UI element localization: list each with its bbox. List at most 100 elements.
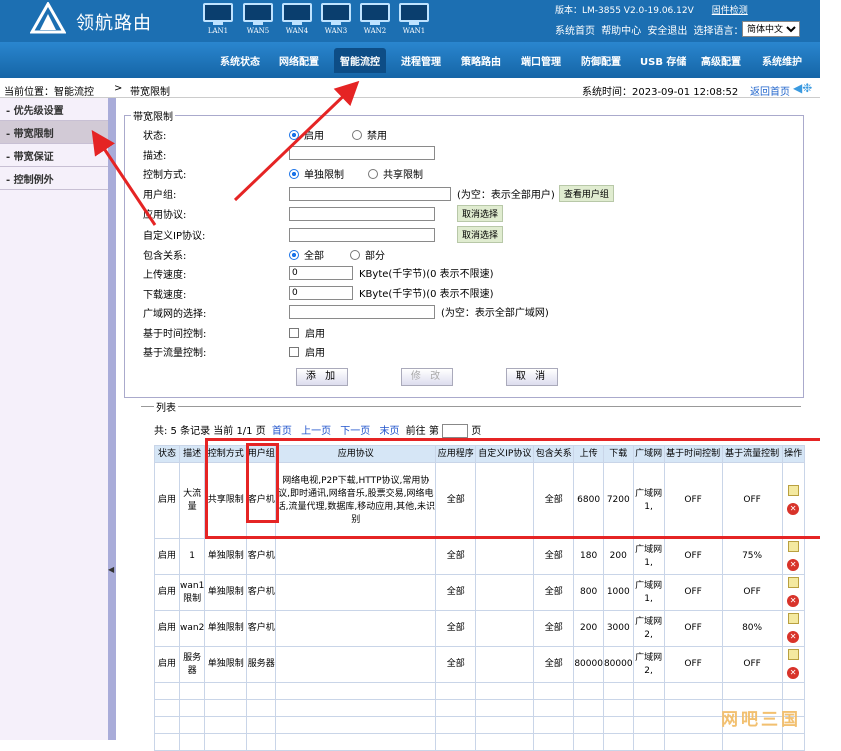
- nav-advanced[interactable]: 高级配置: [701, 53, 741, 68]
- table-cell: 全部: [533, 538, 575, 575]
- wan-select-input[interactable]: [289, 304, 435, 319]
- empty-cell: [246, 733, 277, 751]
- nav-process[interactable]: 进程管理: [401, 53, 441, 68]
- usergroup-input[interactable]: [289, 186, 451, 201]
- include-all-radio[interactable]: [289, 249, 299, 260]
- version-label: 版本：LM-3855 V2.0-19.06.12V: [555, 6, 694, 16]
- last-page-link[interactable]: 末页: [379, 426, 399, 437]
- edit-button[interactable]: 修 改: [401, 368, 453, 386]
- nav-network-config[interactable]: 网络配置: [279, 53, 319, 68]
- delete-icon[interactable]: ✕: [787, 667, 800, 679]
- upload-input[interactable]: 0: [289, 265, 353, 280]
- nav-usb[interactable]: USB 存储: [640, 53, 686, 68]
- watermark: 网吧三国: [721, 710, 801, 730]
- empty-cell: [573, 682, 604, 700]
- table-cell: 广域网2,: [632, 610, 665, 647]
- nav-system-status[interactable]: 系统状态: [220, 53, 260, 68]
- table-cell: 启用: [154, 646, 180, 683]
- system-time: 系统时间：2023-09-01 12:08:52: [582, 87, 739, 98]
- edit-icon[interactable]: [787, 577, 799, 588]
- custom-ip-input[interactable]: [289, 227, 435, 242]
- include-part-radio[interactable]: [350, 249, 360, 260]
- nav-port[interactable]: 端口管理: [521, 53, 561, 68]
- help-link[interactable]: 帮助中心: [601, 26, 641, 37]
- prev-page-link[interactable]: 上一页: [301, 426, 331, 437]
- empty-cell: [632, 682, 665, 700]
- empty-cell: [533, 699, 575, 717]
- edit-icon[interactable]: [787, 649, 799, 660]
- empty-cell: [275, 682, 437, 700]
- edit-icon[interactable]: [787, 541, 799, 552]
- table-cell: [275, 610, 437, 647]
- empty-cell: [602, 682, 634, 700]
- page-input[interactable]: [442, 424, 469, 438]
- table-cell: OFF: [721, 574, 783, 611]
- breadcrumb-separator: >: [114, 83, 123, 94]
- empty-cell: [781, 682, 805, 700]
- empty-cell: [178, 733, 206, 751]
- column-header: 描述: [178, 445, 206, 463]
- table-cell: [475, 646, 535, 683]
- port-lan1: LAN1: [202, 3, 234, 35]
- download-input[interactable]: 0: [289, 285, 353, 300]
- main-nav: 系统状态 网络配置 智能流控 进程管理 策略路由 端口管理 防御配置 USB 存…: [0, 42, 820, 78]
- edit-icon[interactable]: [787, 613, 799, 624]
- table-cell: [275, 538, 437, 575]
- cancel-app-select-button[interactable]: 取消选择: [457, 205, 504, 222]
- action-cell: ✕: [781, 574, 805, 611]
- view-usergroup-button[interactable]: 查看用户组: [558, 185, 614, 202]
- mode-single-radio[interactable]: [289, 168, 299, 179]
- monitor-icon: [282, 3, 312, 22]
- firmware-check-link[interactable]: 固件检测: [712, 6, 748, 16]
- table-cell: 全部: [435, 646, 477, 683]
- empty-cell: [475, 682, 535, 700]
- language-select[interactable]: 简体中文: [742, 21, 800, 37]
- empty-cell: [275, 716, 437, 734]
- delete-icon[interactable]: ✕: [787, 631, 800, 643]
- logo-icon: [30, 2, 66, 34]
- back-home-link[interactable]: 返回首页: [750, 83, 790, 98]
- desc-label: 描述:: [143, 151, 167, 162]
- sidebar-divider[interactable]: [108, 98, 116, 740]
- logout-link[interactable]: 安全退出: [647, 26, 687, 37]
- port-label: WAN4: [285, 27, 309, 35]
- flow-control-checkbox[interactable]: [289, 346, 299, 357]
- table-cell: 客户机: [246, 610, 277, 647]
- nav-defense[interactable]: 防御配置: [581, 53, 621, 68]
- first-page-link[interactable]: 首页: [272, 426, 292, 437]
- action-cell: ✕: [781, 646, 805, 683]
- table-cell: 800: [573, 574, 604, 611]
- desc-input[interactable]: [289, 146, 435, 160]
- sidebar-item-bandwidth-limit[interactable]: - 带宽限制: [0, 121, 109, 144]
- download-unit: KByte(千字节)(0 表示不限速): [359, 289, 494, 300]
- table-cell: 大流量: [178, 462, 206, 539]
- home-arrow-icon[interactable]: ◀❉: [793, 81, 812, 95]
- mode-shared-radio[interactable]: [368, 168, 378, 179]
- sidebar-item-priority[interactable]: - 优先级设置: [0, 98, 109, 121]
- empty-cell: [475, 716, 535, 734]
- home-link[interactable]: 系统首页: [555, 26, 595, 37]
- nav-smart-flow[interactable]: 智能流控: [334, 48, 386, 73]
- delete-icon[interactable]: ✕: [787, 595, 800, 607]
- add-button[interactable]: 添 加: [296, 368, 348, 386]
- delete-icon[interactable]: ✕: [787, 559, 800, 571]
- cancel-ip-select-button[interactable]: 取消选择: [457, 226, 504, 243]
- next-page-link[interactable]: 下一页: [340, 426, 370, 437]
- table-cell: OFF: [663, 574, 723, 611]
- app-protocol-input[interactable]: [289, 206, 435, 221]
- empty-cell: [533, 733, 575, 751]
- table-cell: 80000: [602, 646, 634, 683]
- nav-maintenance[interactable]: 系统维护: [762, 53, 802, 68]
- collapse-arrow-icon[interactable]: ◀: [108, 565, 114, 574]
- sidebar-item-exception[interactable]: - 控制例外: [0, 167, 109, 190]
- table-cell: 全部: [533, 646, 575, 683]
- port-label: LAN1: [207, 27, 229, 35]
- status-on-label: 启用: [304, 131, 324, 142]
- status-off-radio[interactable]: [352, 129, 362, 140]
- nav-policy-route[interactable]: 策略路由: [461, 53, 501, 68]
- sidebar-item-bandwidth-guarantee[interactable]: - 带宽保证: [0, 144, 109, 167]
- cancel-button[interactable]: 取 消: [506, 368, 558, 386]
- time-control-checkbox[interactable]: [289, 327, 299, 338]
- status-on-radio[interactable]: [289, 129, 299, 140]
- table-cell: 启用: [154, 610, 180, 647]
